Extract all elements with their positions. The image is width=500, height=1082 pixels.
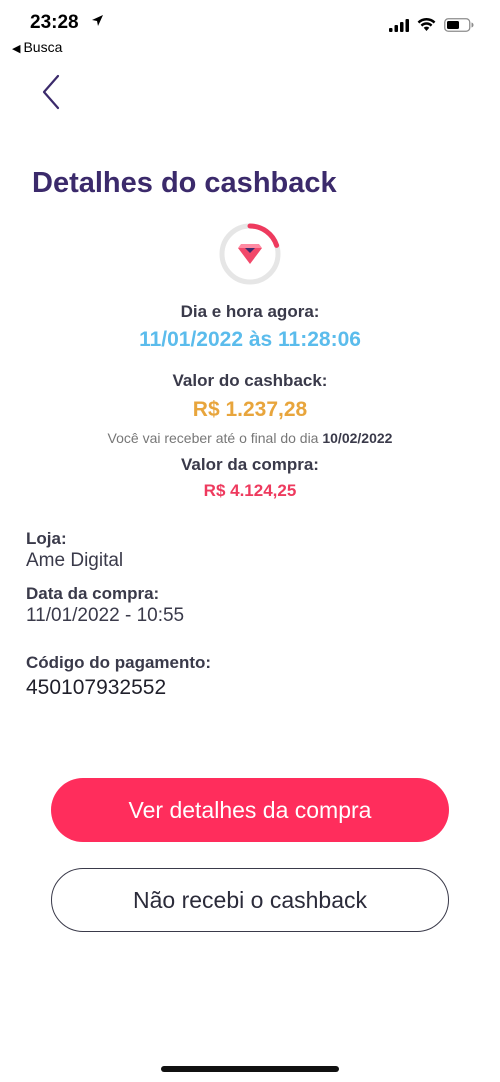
current-datetime-label: Dia e hora agora:: [180, 302, 320, 321]
current-datetime-value: 11/01/2022 às 11:28:06: [139, 328, 361, 351]
receive-deadline-note: Você vai receber até o final do dia 10/0…: [0, 430, 500, 446]
back-to-app-link[interactable]: ◀ Busca: [12, 39, 62, 55]
receive-date: 10/02/2022: [322, 430, 393, 446]
back-app-label: Busca: [23, 39, 63, 55]
status-icons: [389, 18, 474, 32]
store-value: Ame Digital: [26, 550, 124, 571]
back-button[interactable]: [32, 70, 72, 114]
cellular-signal-icon: [389, 18, 409, 32]
view-purchase-details-button[interactable]: Ver detalhes da compra: [51, 778, 449, 842]
purchase-value: R$ 4.124,25: [203, 481, 297, 500]
cashback-not-received-button[interactable]: Não recebi o cashback: [51, 868, 449, 932]
cashback-value-label: Valor do cashback:: [172, 371, 328, 390]
chevron-left-icon: [42, 74, 60, 110]
payment-code-value: 450107932552: [26, 676, 167, 699]
page-title: Detalhes do cashback: [32, 167, 337, 199]
battery-icon: [444, 18, 474, 32]
purchase-value-label: Valor da compra:: [181, 455, 319, 474]
home-indicator[interactable]: [161, 1066, 339, 1072]
purchase-date-value: 11/01/2022 - 10:55: [26, 605, 185, 626]
cashback-value: R$ 1.237,28: [192, 398, 308, 421]
back-triangle-icon: ◀: [12, 43, 21, 55]
location-arrow-icon: [92, 15, 103, 26]
payment-code-label: Código do pagamento:: [26, 653, 212, 672]
status-time: 23:28: [30, 12, 79, 33]
store-label: Loja:: [26, 529, 67, 548]
status-bar: 23:28 ◀ Busca: [0, 0, 500, 60]
receive-note-text: Você vai receber até o final do dia: [107, 430, 319, 446]
wifi-icon: [417, 18, 436, 31]
purchase-date-label: Data da compra:: [26, 584, 160, 603]
diamond-ring-icon: [219, 223, 281, 285]
